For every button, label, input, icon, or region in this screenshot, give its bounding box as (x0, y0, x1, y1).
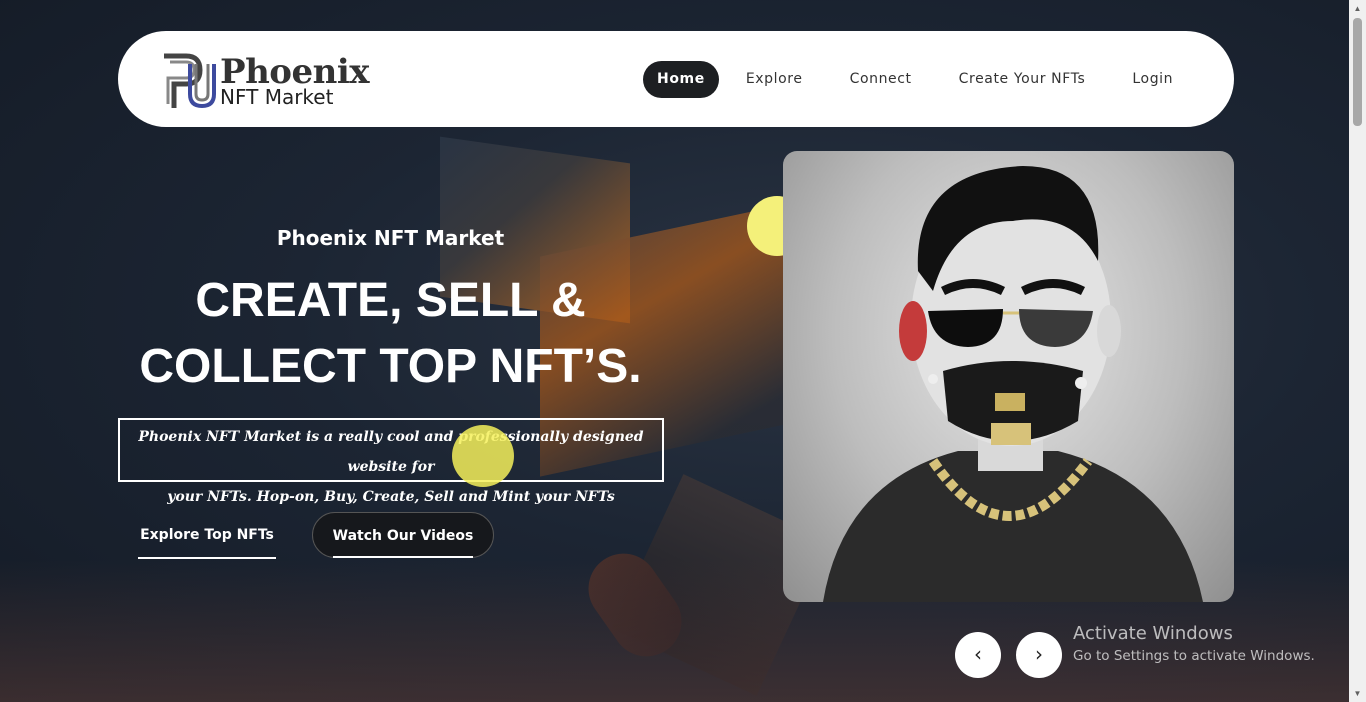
nav-connect[interactable]: Connect (830, 61, 932, 98)
hero-headline-line1: CREATE, SELL & (195, 274, 586, 327)
logo-mark-icon (160, 50, 218, 112)
navbar: Phoenix NFT Market Home Explore Connect … (118, 31, 1234, 127)
nav-create-your-nfts[interactable]: Create Your NFTs (939, 61, 1106, 98)
nav-login[interactable]: Login (1112, 61, 1193, 98)
hero-eyebrow: Phoenix NFT Market (276, 226, 505, 250)
nav-home[interactable]: Home (643, 61, 719, 98)
chevron-left-icon: ‹ (974, 642, 982, 666)
carousel-prev-button[interactable]: ‹ (955, 632, 1001, 678)
vertical-scrollbar[interactable]: ▲ ▼ (1349, 0, 1366, 702)
nav-explore[interactable]: Explore (726, 61, 823, 98)
scroll-up-arrow-icon[interactable]: ▲ (1349, 0, 1366, 17)
brand-logo[interactable]: Phoenix NFT Market (160, 49, 375, 113)
windows-activation-watermark: Activate Windows Go to Settings to activ… (1073, 623, 1315, 664)
carousel-next-button[interactable]: › (1016, 632, 1062, 678)
hero-description-line2: your NFTs. Hop-on, Buy, Create, Sell and… (167, 489, 615, 505)
logo-text: Phoenix NFT Market (220, 52, 370, 107)
watch-videos-button[interactable]: Watch Our Videos (312, 512, 494, 558)
hero-headline-line2: COLLECT TOP NFT’S. (139, 340, 642, 393)
hero-headline: CREATE, SELL & COLLECT TOP NFT’S. (118, 268, 663, 400)
watermark-title: Activate Windows (1073, 623, 1233, 644)
brand-title: Phoenix (220, 52, 370, 92)
main-nav: Home Explore Connect Create Your NFTs Lo… (643, 61, 1200, 98)
scrollbar-thumb[interactable] (1353, 18, 1362, 126)
explore-top-nfts-button[interactable]: Explore Top NFTs (137, 512, 277, 559)
hero-description-line1: Phoenix NFT Market is a really cool and … (138, 429, 644, 475)
chevron-right-icon: › (1035, 642, 1043, 666)
hero-nft-image (783, 151, 1234, 602)
watermark-subtitle: Go to Settings to activate Windows. (1073, 648, 1315, 664)
scroll-down-arrow-icon[interactable]: ▼ (1349, 685, 1366, 702)
page-viewport: Phoenix NFT Market Home Explore Connect … (0, 0, 1349, 702)
hero-description: Phoenix NFT Market is a really cool and … (118, 418, 664, 505)
